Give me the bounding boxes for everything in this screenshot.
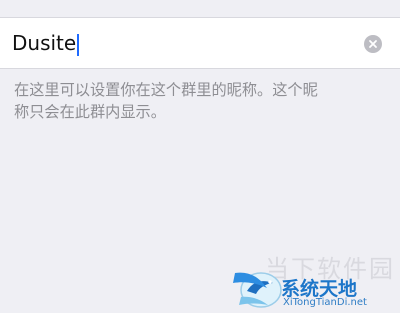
hint-line-2: 称只会在此群内显示。 xyxy=(14,103,166,121)
close-icon xyxy=(369,40,377,48)
hint-line-1: 在这里可以设置你在这个群里的昵称。这个昵 xyxy=(14,81,318,99)
bird-globe-logo-icon xyxy=(233,272,282,308)
watermark: 当下软件园 系统天地 XiTongTianDi.net xyxy=(225,241,400,313)
nickname-input[interactable]: Dusite xyxy=(12,30,80,56)
nickname-field-row[interactable]: Dusite xyxy=(0,17,400,69)
watermark-domain: XiTongTianDi.net xyxy=(283,297,367,308)
nickname-value: Dusite xyxy=(12,31,77,55)
nickname-hint-text: 在这里可以设置你在这个群里的昵称。这个昵 称只会在此群内显示。 xyxy=(14,79,386,123)
top-spacer xyxy=(0,0,400,17)
text-caret xyxy=(77,33,80,56)
clear-button[interactable] xyxy=(364,35,382,53)
